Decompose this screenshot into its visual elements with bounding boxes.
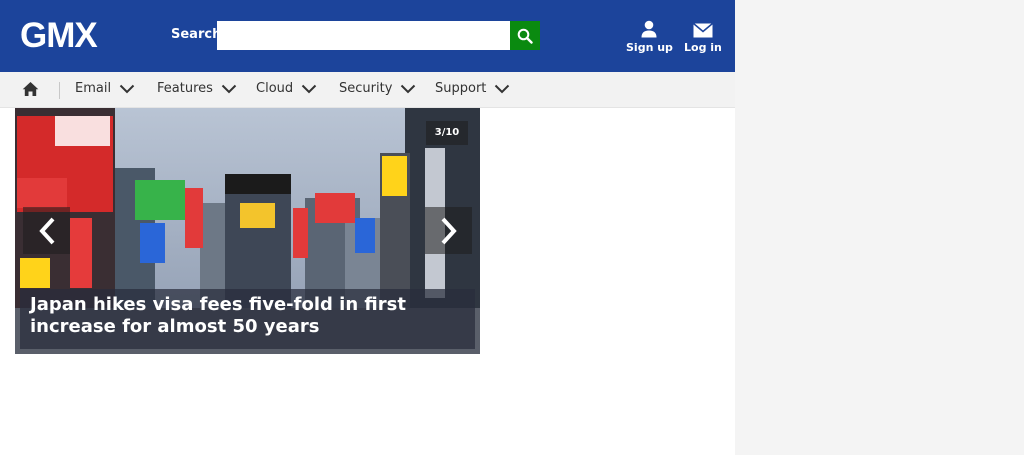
slide-counter: 3/10 bbox=[426, 121, 468, 145]
chevron-down-icon bbox=[401, 84, 416, 93]
log-in-button[interactable]: Log in bbox=[684, 18, 722, 54]
chevron-down-icon bbox=[495, 84, 510, 93]
nav-item-features[interactable]: Features bbox=[157, 81, 237, 96]
gmx-logo[interactable]: GMX bbox=[20, 18, 98, 54]
nav-item-support[interactable]: Support bbox=[435, 81, 510, 96]
chevron-right-icon bbox=[441, 217, 457, 244]
nav-item-cloud[interactable]: Cloud bbox=[256, 81, 317, 96]
chevron-down-icon bbox=[301, 84, 317, 93]
main-nav: Email Features Cloud Security Support bbox=[0, 72, 735, 108]
chevron-down-icon bbox=[119, 84, 135, 93]
search-icon bbox=[517, 28, 533, 44]
search-input[interactable] bbox=[217, 21, 511, 50]
sign-up-button[interactable]: Sign up bbox=[626, 18, 673, 54]
nav-item-security[interactable]: Security bbox=[339, 81, 416, 96]
previous-slide-button[interactable] bbox=[23, 207, 70, 254]
sign-up-label: Sign up bbox=[626, 41, 673, 54]
nav-item-label: Security bbox=[339, 81, 393, 96]
nav-item-label: Features bbox=[157, 81, 213, 96]
page: GMX Search Sign up Log in Email Features… bbox=[0, 0, 735, 455]
news-slider[interactable]: 3/10 Japan hikes visa fees five-fold in … bbox=[15, 108, 480, 354]
mail-icon bbox=[692, 23, 713, 38]
nav-item-label: Support bbox=[435, 81, 487, 96]
nav-item-email[interactable]: Email bbox=[75, 81, 135, 96]
slide-headline[interactable]: Japan hikes visa fees five-fold in first… bbox=[20, 289, 475, 349]
search-label: Search bbox=[171, 27, 222, 42]
chevron-left-icon bbox=[38, 217, 54, 244]
user-icon bbox=[641, 20, 657, 38]
header: GMX Search Sign up Log in bbox=[0, 0, 735, 72]
search-button[interactable] bbox=[510, 21, 540, 50]
chevron-down-icon bbox=[221, 84, 237, 93]
nav-item-label: Email bbox=[75, 81, 112, 96]
nav-item-label: Cloud bbox=[256, 81, 294, 96]
log-in-label: Log in bbox=[684, 41, 722, 54]
next-slide-button[interactable] bbox=[425, 207, 472, 254]
home-icon[interactable] bbox=[22, 81, 39, 97]
nav-divider bbox=[59, 82, 60, 99]
